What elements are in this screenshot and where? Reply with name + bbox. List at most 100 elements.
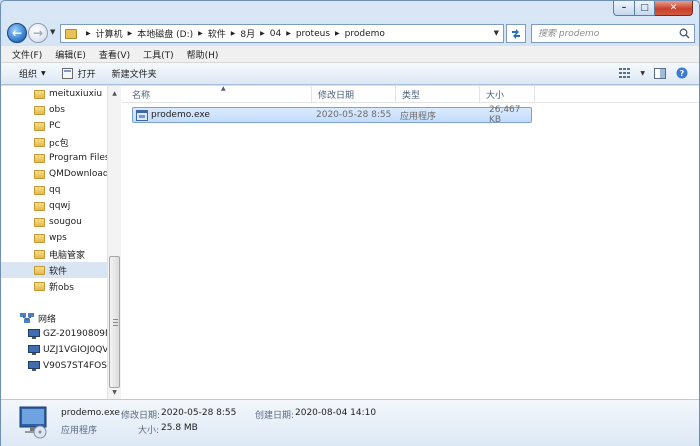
sidebar-item-folder[interactable]: obs bbox=[1, 102, 107, 118]
scroll-up-arrow-icon[interactable]: ▲ bbox=[108, 86, 121, 100]
refresh-icon bbox=[512, 28, 520, 39]
details-pane: prodemo.exe 应用程序 修改日期: 2020-05-28 8:55 大… bbox=[1, 399, 699, 446]
sidebar-item-label: Program Files bbox=[49, 153, 107, 163]
menu-file[interactable]: 文件(F) bbox=[6, 48, 49, 61]
details-file-name: prodemo.exe bbox=[61, 408, 120, 418]
sidebar-item-label: V90S7ST4FOS8Q bbox=[43, 361, 107, 371]
computer-icon bbox=[28, 345, 40, 355]
folder-icon bbox=[34, 217, 45, 227]
folder-icon bbox=[34, 153, 45, 163]
address-dropdown-icon[interactable]: ▼ bbox=[494, 29, 499, 37]
column-header-label: 类型 bbox=[402, 91, 421, 101]
address-bar[interactable]: ▶ 计算机 ▶ 本地磁盘 (D:) ▶ 软件 ▶ 8月 ▶ 04 ▶ prote… bbox=[60, 24, 504, 43]
sidebar-item-folder[interactable]: Program Files bbox=[1, 150, 107, 166]
search-box[interactable] bbox=[531, 24, 695, 43]
help-button[interactable]: ? bbox=[675, 67, 689, 79]
back-button[interactable]: ← bbox=[7, 23, 27, 43]
column-header-name[interactable]: 名称 ▲ bbox=[126, 85, 312, 103]
sidebar-item-folder[interactable]: 电脑管家 bbox=[1, 246, 107, 262]
menu-help[interactable]: 帮助(H) bbox=[181, 48, 226, 61]
sidebar-item-label: GZ-20190809NY bbox=[43, 329, 107, 339]
chevron-right-icon[interactable]: ▶ bbox=[286, 30, 291, 37]
chevron-right-icon[interactable]: ▶ bbox=[231, 30, 236, 37]
refresh-button[interactable] bbox=[506, 24, 526, 43]
open-button[interactable]: 打开 bbox=[54, 67, 104, 80]
column-header-label: 大小 bbox=[486, 91, 505, 101]
column-header-type[interactable]: 类型 bbox=[396, 86, 480, 103]
chevron-right-icon[interactable]: ▶ bbox=[128, 30, 133, 37]
breadcrumb-item[interactable]: 本地磁盘 (D:) bbox=[137, 27, 193, 40]
maximize-button[interactable]: □ bbox=[635, 1, 655, 16]
sidebar-item-label: wps bbox=[49, 233, 67, 243]
sidebar-item-network[interactable]: 网络 bbox=[1, 310, 107, 326]
column-header-label: 修改日期 bbox=[318, 91, 355, 101]
breadcrumb: ▶ 计算机 ▶ 本地磁盘 (D:) ▶ 软件 ▶ 8月 ▶ 04 ▶ prote… bbox=[81, 27, 385, 41]
folder-icon bbox=[34, 249, 45, 259]
details-file-type: 应用程序 bbox=[61, 426, 98, 436]
column-header-modified[interactable]: 修改日期 bbox=[312, 86, 396, 103]
sidebar-item-label: obs bbox=[49, 105, 65, 115]
forward-button[interactable]: → bbox=[28, 23, 48, 43]
minimize-button[interactable]: – bbox=[613, 1, 635, 16]
close-button[interactable]: ✕ bbox=[655, 1, 693, 16]
breadcrumb-item[interactable]: 计算机 bbox=[96, 27, 123, 40]
sidebar-item-label: PC bbox=[49, 121, 61, 131]
sidebar-item-folder[interactable]: sougou bbox=[1, 214, 107, 230]
breadcrumb-item[interactable]: 软件 bbox=[208, 27, 226, 40]
sidebar-item-label: 网络 bbox=[38, 314, 57, 325]
file-name: prodemo.exe bbox=[151, 110, 210, 120]
sidebar-item-folder[interactable]: qq bbox=[1, 182, 107, 198]
breadcrumb-item[interactable]: prodemo bbox=[345, 29, 385, 39]
breadcrumb-item[interactable]: 04 bbox=[270, 29, 281, 39]
menu-edit[interactable]: 编辑(E) bbox=[49, 48, 93, 61]
computer-icon bbox=[28, 361, 40, 371]
navigation-pane-scrollbar[interactable]: ▲ ▼ bbox=[107, 86, 121, 399]
sidebar-item-folder[interactable]: pc包 bbox=[1, 134, 107, 150]
new-folder-button[interactable]: 新建文件夹 bbox=[104, 67, 165, 80]
toolbar-right-group: ▼ ? bbox=[618, 67, 689, 79]
menu-view[interactable]: 查看(V) bbox=[93, 48, 137, 61]
chevron-right-icon[interactable]: ▶ bbox=[260, 30, 265, 37]
file-size-cell: 26,467 KB bbox=[489, 105, 521, 125]
sidebar-item-label: QMDownload bbox=[49, 169, 107, 179]
menu-tools[interactable]: 工具(T) bbox=[137, 48, 181, 61]
sort-ascending-icon: ▲ bbox=[221, 85, 226, 92]
search-icon[interactable] bbox=[679, 28, 690, 39]
chevron-right-icon[interactable]: ▶ bbox=[335, 30, 340, 37]
file-list-pane[interactable]: 名称 ▲ 修改日期 类型 大小 prodemo.exe 2020-05-28 8… bbox=[122, 85, 699, 399]
sidebar-item-selected-folder[interactable]: 软件 bbox=[1, 262, 107, 278]
column-header-size[interactable]: 大小 bbox=[480, 86, 535, 103]
chevron-down-icon: ▼ bbox=[50, 28, 56, 36]
navigation-bar: ← → ▼ ▶ 计算机 ▶ 本地磁盘 (D:) ▶ 软件 ▶ 8月 ▶ 04 ▶… bbox=[7, 22, 695, 44]
search-input[interactable] bbox=[538, 28, 668, 39]
chevron-right-icon[interactable]: ▶ bbox=[86, 30, 91, 37]
sidebar-item-folder[interactable]: wps bbox=[1, 230, 107, 246]
file-name-cell: prodemo.exe bbox=[133, 108, 313, 122]
scroll-down-arrow-icon[interactable]: ▼ bbox=[108, 385, 121, 399]
sidebar-item-computer[interactable]: V90S7ST4FOS8Q bbox=[1, 358, 107, 374]
details-created-value: 2020-08-04 14:10 bbox=[295, 408, 377, 418]
sidebar-item-folder[interactable]: 新obs bbox=[1, 278, 107, 294]
sidebar-item-folder[interactable]: qqwj bbox=[1, 198, 107, 214]
organize-button[interactable]: 组织 ▼ bbox=[11, 67, 54, 80]
sidebar-item-computer[interactable]: UZJ1VGIOJ0QVP bbox=[1, 342, 107, 358]
recent-pages-dropdown[interactable]: ▼ bbox=[50, 28, 55, 36]
sidebar-item-folder[interactable]: QMDownload bbox=[1, 166, 107, 182]
breadcrumb-item[interactable]: proteus bbox=[296, 29, 330, 39]
preview-pane-icon bbox=[654, 67, 666, 79]
folder-icon bbox=[34, 281, 45, 291]
file-modified-cell: 2020-05-28 8:55 bbox=[316, 110, 392, 120]
preview-pane-button[interactable] bbox=[653, 67, 667, 79]
scrollbar-thumb[interactable] bbox=[109, 256, 120, 388]
chevron-right-icon[interactable]: ▶ bbox=[198, 30, 203, 37]
chevron-down-icon[interactable]: ▼ bbox=[640, 70, 645, 77]
organize-label: 组织 bbox=[19, 70, 38, 80]
folder-icon bbox=[34, 185, 45, 195]
file-row-selected[interactable]: prodemo.exe 2020-05-28 8:55 应用程序 26,467 … bbox=[132, 105, 532, 125]
breadcrumb-item[interactable]: 8月 bbox=[240, 27, 255, 40]
change-view-button[interactable] bbox=[618, 67, 632, 79]
file-type-cell: 应用程序 bbox=[400, 111, 437, 122]
sidebar-item-folder[interactable]: PC bbox=[1, 118, 107, 134]
sidebar-item-computer[interactable]: GZ-20190809NY bbox=[1, 326, 107, 342]
sidebar-item-folder[interactable]: meituxiuxiu bbox=[1, 86, 107, 102]
